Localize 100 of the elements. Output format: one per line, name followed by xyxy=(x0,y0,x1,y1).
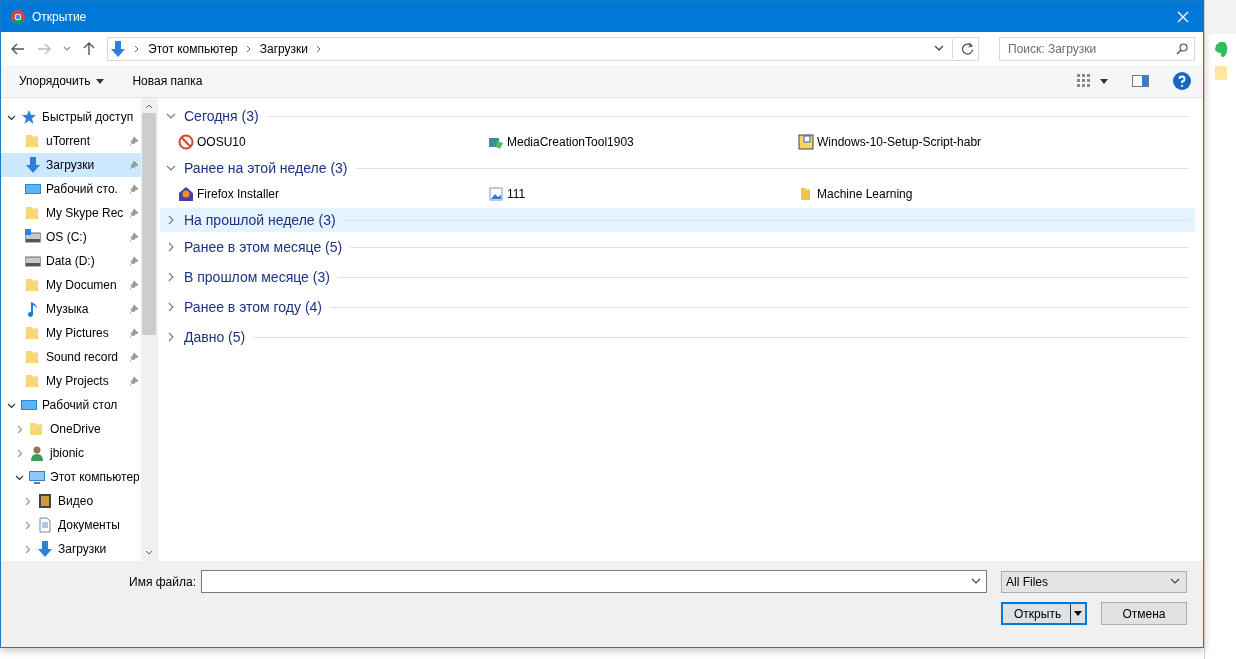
view-grid-icon[interactable] xyxy=(1076,73,1092,89)
chevron-right-icon xyxy=(166,242,176,252)
sidebar-item[interactable]: Видео xyxy=(1,489,141,513)
up-arrow-icon[interactable] xyxy=(83,41,95,56)
sidebar-item[interactable]: uTorrent xyxy=(1,129,141,153)
group-header[interactable]: В прошлом месяце (3) xyxy=(160,262,1195,292)
sidebar-item[interactable]: Загрузки xyxy=(1,537,141,561)
scrollbar[interactable] xyxy=(141,98,157,561)
close-icon[interactable] xyxy=(1177,10,1189,23)
caret-down-icon[interactable] xyxy=(1100,78,1108,84)
pin-icon[interactable] xyxy=(129,184,139,194)
pin-icon[interactable] xyxy=(129,280,139,290)
pin-icon[interactable] xyxy=(129,232,139,242)
chevron-down-icon[interactable] xyxy=(971,578,981,585)
folder-icon xyxy=(25,349,41,365)
group-header[interactable]: Давно (5) xyxy=(160,322,1195,352)
file-item[interactable]: Machine Learning xyxy=(798,186,1195,202)
star-icon xyxy=(21,109,37,125)
help-icon[interactable] xyxy=(1173,72,1191,90)
sidebar-item[interactable]: jbionic xyxy=(1,441,141,465)
chevron-right-icon xyxy=(166,215,176,225)
sidebar-item[interactable]: Sound record xyxy=(1,345,141,369)
browser-logo-icon xyxy=(11,9,25,24)
file-type-dropdown[interactable]: All Files xyxy=(1001,570,1187,593)
pin-icon[interactable] xyxy=(129,328,139,338)
pin-icon[interactable] xyxy=(129,304,139,314)
pin-icon[interactable] xyxy=(129,256,139,266)
download-arrow-icon xyxy=(37,541,53,557)
pin-icon[interactable] xyxy=(129,376,139,386)
cancel-button[interactable]: Отмена xyxy=(1101,602,1187,625)
filename-field[interactable] xyxy=(201,570,987,593)
caret-down-icon xyxy=(96,78,105,84)
person-icon xyxy=(29,445,45,461)
chevron-right-icon xyxy=(134,44,140,53)
pin-icon[interactable] xyxy=(129,208,139,218)
group-header[interactable]: На прошлой неделе (3) xyxy=(160,208,1195,232)
document-icon xyxy=(37,517,53,533)
package-icon xyxy=(178,186,194,202)
sidebar-item[interactable]: My Documen xyxy=(1,273,141,297)
sidebar-item[interactable]: Загрузки xyxy=(1,153,141,177)
address-bar[interactable]: Этот компьютер Загрузки xyxy=(107,36,979,61)
chevron-right-icon xyxy=(166,272,176,282)
drive-icon xyxy=(25,229,41,245)
folder-icon xyxy=(25,277,41,293)
drive-icon xyxy=(25,253,41,269)
scrollbar-thumb[interactable] xyxy=(142,113,156,335)
scroll-up-icon[interactable] xyxy=(145,104,153,109)
archive-icon xyxy=(798,134,814,150)
forward-arrow-icon[interactable] xyxy=(37,42,51,55)
file-item[interactable]: Firefox Installer xyxy=(178,186,488,202)
sidebar-item[interactable]: Документы xyxy=(1,513,141,537)
group-header[interactable]: Ранее в этом году (4) xyxy=(160,292,1195,322)
sidebar-item[interactable]: Быстрый доступ xyxy=(1,105,141,129)
pin-icon[interactable] xyxy=(129,136,139,146)
new-folder-button[interactable]: Новая папка xyxy=(124,70,211,92)
breadcrumb[interactable]: Этот компьютер xyxy=(148,41,238,56)
chevron-right-icon[interactable] xyxy=(23,520,32,530)
chevron-right-icon[interactable] xyxy=(23,496,32,506)
file-item[interactable]: 111 xyxy=(488,186,798,202)
chevron-right-icon[interactable] xyxy=(15,424,24,434)
sidebar-item[interactable]: Рабочий сто. xyxy=(1,177,141,201)
sidebar-item[interactable]: Музыка xyxy=(1,297,141,321)
chevron-right-icon xyxy=(166,302,176,312)
pin-icon[interactable] xyxy=(129,160,139,170)
breadcrumb[interactable]: Загрузки xyxy=(259,41,309,56)
chevron-down-icon xyxy=(166,163,176,173)
image-icon xyxy=(488,186,504,202)
group-header[interactable]: Сегодня (3) xyxy=(160,104,1195,128)
sidebar-item[interactable]: OS (C:) xyxy=(1,225,141,249)
film-icon xyxy=(37,493,53,509)
chevron-right-icon[interactable] xyxy=(23,544,32,554)
folder-icon xyxy=(25,133,41,149)
organize-menu-button[interactable]: Упорядочить xyxy=(11,70,113,92)
chevron-right-icon[interactable] xyxy=(15,448,24,458)
pin-icon[interactable] xyxy=(129,352,139,362)
sidebar-item[interactable]: Data (D:) xyxy=(1,249,141,273)
folder-icon xyxy=(25,205,41,221)
file-item[interactable]: OOSU10 xyxy=(178,134,488,150)
sidebar-item[interactable]: OneDrive xyxy=(1,417,141,441)
sidebar-item[interactable]: My Skype Rec xyxy=(1,201,141,225)
search-icon[interactable] xyxy=(1176,42,1188,55)
file-item[interactable]: Windows-10-Setup-Script-habr xyxy=(798,134,1195,150)
sidebar-item[interactable]: Рабочий стол xyxy=(1,393,141,417)
group-header[interactable]: Ранее в этом месяце (5) xyxy=(160,232,1195,262)
group-header[interactable]: Ранее на этой неделе (3) xyxy=(160,156,1195,180)
preview-pane-icon[interactable] xyxy=(1132,75,1149,87)
caret-down-icon[interactable] xyxy=(1074,611,1082,616)
monitor-icon xyxy=(25,181,41,197)
blocked-sign-icon xyxy=(178,134,194,150)
sidebar-item[interactable]: My Projects xyxy=(1,369,141,393)
open-button[interactable]: Открыть xyxy=(1001,602,1087,625)
chevron-down-icon xyxy=(166,111,176,121)
scroll-down-icon[interactable] xyxy=(145,550,153,555)
sidebar-item[interactable]: My Pictures xyxy=(1,321,141,345)
chevron-down-icon[interactable] xyxy=(934,45,944,52)
refresh-icon[interactable] xyxy=(961,42,974,55)
sidebar-item[interactable]: Этот компьютер xyxy=(1,465,141,489)
search-field[interactable]: Поиск: Загрузки xyxy=(999,36,1195,61)
back-arrow-icon[interactable] xyxy=(11,42,25,55)
file-item[interactable]: MediaCreationTool1903 xyxy=(488,134,798,150)
